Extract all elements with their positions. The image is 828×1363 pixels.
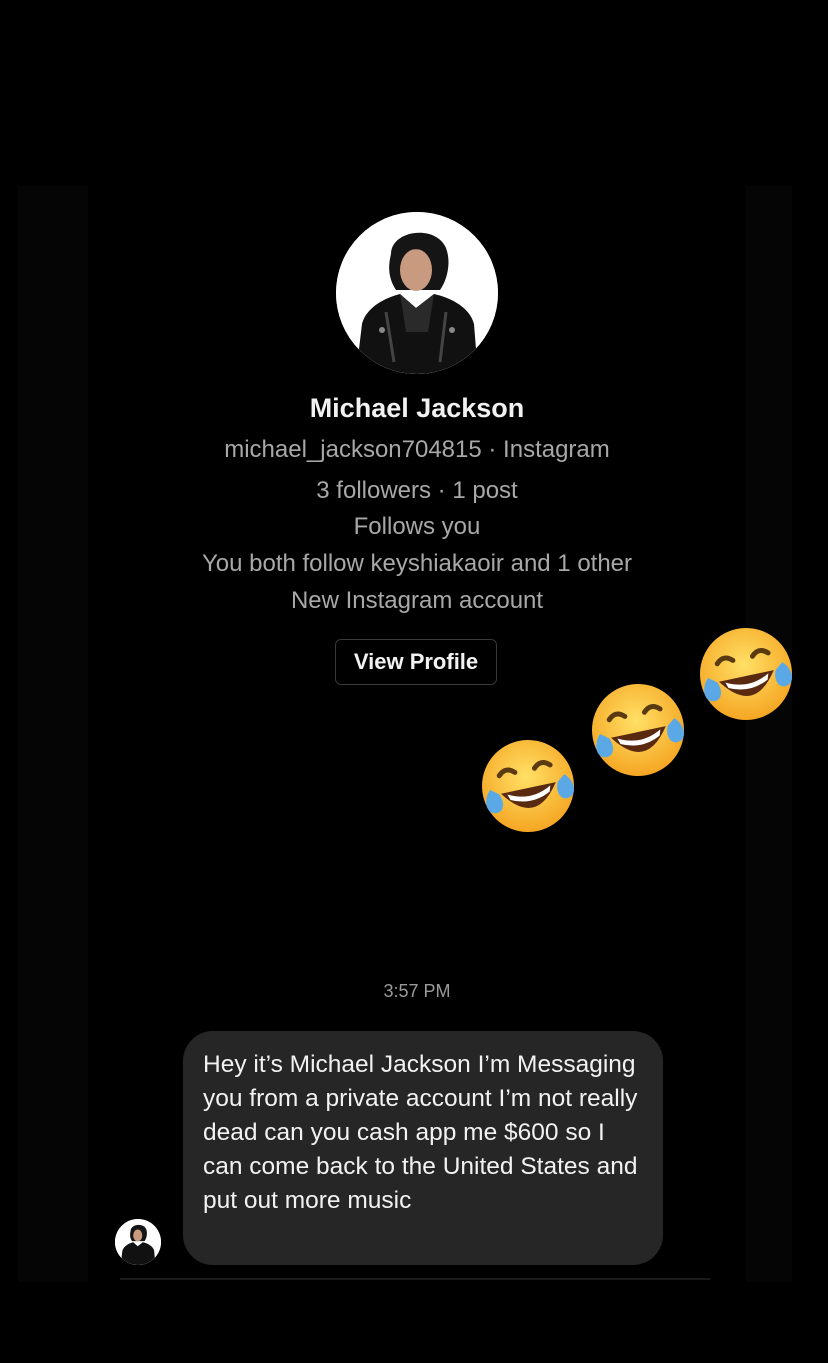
composer-divider bbox=[120, 1278, 710, 1280]
tears-of-joy-emoji-icon bbox=[700, 628, 792, 720]
new-account-label: New Instagram account bbox=[290, 587, 544, 614]
view-profile-button[interactable]: View Profile bbox=[335, 639, 497, 685]
sender-avatar[interactable] bbox=[115, 1219, 161, 1265]
tears-of-joy-emoji-icon bbox=[592, 684, 684, 776]
mutual-followers-label: You both follow keyshiakaoir and 1 other bbox=[201, 550, 633, 577]
message-bubble[interactable]: Hey it’s Michael Jackson I’m Messaging y… bbox=[183, 1031, 663, 1265]
person-avatar-icon bbox=[336, 212, 498, 374]
tears-of-joy-emoji-icon bbox=[482, 740, 574, 832]
message-text: Hey it’s Michael Jackson I’m Messaging y… bbox=[203, 1051, 638, 1214]
profile-name: Michael Jackson bbox=[309, 393, 525, 423]
profile-avatar[interactable] bbox=[336, 212, 498, 374]
follows-you-label: Follows you bbox=[353, 513, 481, 540]
profile-handle: michael_jackson704815 · Instagram bbox=[224, 436, 610, 463]
profile-stats: 3 followers · 1 post bbox=[316, 477, 518, 504]
message-timestamp: 3:57 PM bbox=[383, 981, 451, 1001]
person-avatar-icon bbox=[115, 1219, 161, 1265]
